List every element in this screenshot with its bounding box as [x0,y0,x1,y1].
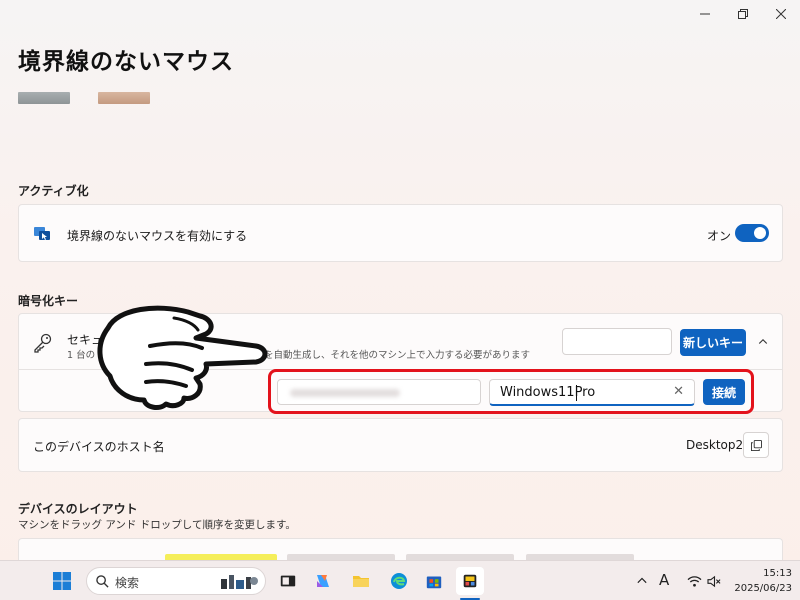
copy-button[interactable] [743,432,769,458]
host-value: Desktop2 [686,438,744,452]
close-button[interactable] [762,0,800,28]
security-key-field[interactable] [562,328,672,355]
window-controls [686,0,800,28]
activation-section-label: アクティブ化 [18,184,89,198]
host-label: このデバイスのホスト名 [33,440,165,454]
pointing-hand-icon [97,305,268,410]
store-icon [426,576,442,589]
key-icon [31,332,53,354]
taskbar-search[interactable]: 検索 [86,567,266,595]
layout-section-label: デバイスのレイアウト [18,502,138,516]
volume-muted-icon [706,575,720,587]
annotation-highlight-box [268,369,754,414]
restore-icon [738,9,748,19]
encryption-description: を自動生成し、それを他のマシン上で入力する必要があります [264,350,531,361]
ime-indicator[interactable]: A [659,571,669,589]
layout-card [18,538,783,560]
powertoys-button[interactable] [456,567,484,595]
layout-description: マシンをドラッグ アンド ドロップして順序を変更します。 [18,519,296,531]
new-key-button[interactable]: 新しいキー [680,329,746,356]
device-image-gray [18,92,70,104]
tray-overflow-button[interactable] [630,569,654,593]
close-icon [776,9,786,19]
start-button[interactable] [50,569,74,593]
page-title: 境界線のないマウス [18,49,234,75]
toggle-state-label: オン [707,229,732,243]
minimize-button[interactable] [686,0,724,28]
volume-button[interactable] [702,569,726,593]
clock-time: 15:13 [763,568,792,579]
enable-toggle[interactable] [735,224,769,242]
host-card: このデバイスのホスト名 Desktop2 [18,418,783,472]
folder-icon [353,576,369,587]
task-view-button[interactable] [276,569,300,593]
windows-logo-icon [53,572,71,590]
app-window: 境界線のないマウス アクティブ化 境界線のないマウスを有効にする オン 暗号化キ… [0,0,800,560]
chevron-up-icon[interactable] [755,334,771,350]
mouse-share-icon [33,224,51,242]
task-view-icon [280,575,296,587]
chevron-up-icon [637,577,647,584]
copilot-button[interactable] [311,569,335,593]
encryption-section-label: 暗号化キー [18,294,79,308]
copilot-icon [317,575,329,587]
wifi-icon [687,575,701,587]
file-explorer-button[interactable] [349,569,373,593]
powertoys-icon [463,574,477,588]
activation-card: 境界線のないマウスを有効にする オン [18,204,783,262]
search-icon [96,575,109,588]
device-image-rose [98,92,150,104]
search-label: 検索 [115,576,140,590]
store-button[interactable] [422,569,446,593]
taskbar: 検索 A 15:13 2025/06/23 [0,560,800,600]
copy-icon [750,439,762,451]
taskbar-clock[interactable]: 15:13 2025/06/23 [734,566,792,596]
clock-date: 2025/06/23 [734,583,792,594]
search-highlight-icon [221,575,258,589]
edge-icon [391,573,407,589]
edge-browser-button[interactable] [387,569,411,593]
minimize-icon [700,13,710,15]
restore-button[interactable] [724,0,762,28]
enable-label: 境界線のないマウスを有効にする [67,229,248,243]
